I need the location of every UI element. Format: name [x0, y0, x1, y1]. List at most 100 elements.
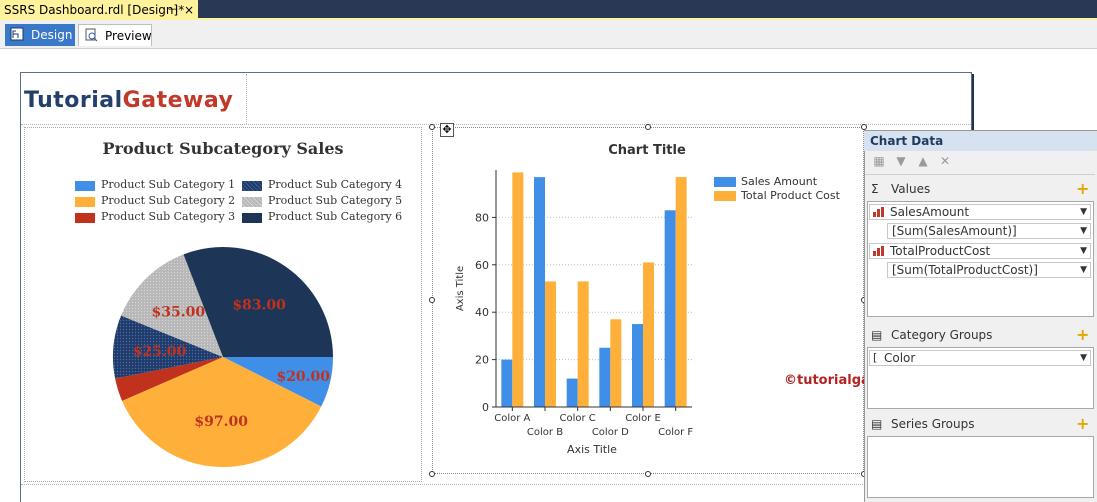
bar[interactable]	[512, 172, 524, 407]
tab-preview[interactable]: Preview	[78, 24, 152, 46]
legend-item: Product Sub Category 2	[101, 194, 236, 207]
y-tick-label: 20	[475, 354, 489, 367]
add-value-icon[interactable]: +	[1076, 179, 1089, 198]
legend-swatch	[75, 181, 95, 191]
y-axis-title: Axis Title	[455, 266, 466, 311]
x-axis-title: Axis Title	[567, 443, 617, 456]
value-field-totalproductcost[interactable]: TotalProductCost ▼	[869, 243, 1091, 259]
preview-icon	[85, 28, 98, 42]
panel-separator	[865, 174, 1095, 175]
legend-item: Sales Amount	[741, 175, 818, 188]
bar[interactable]	[675, 177, 687, 407]
bar[interactable]	[545, 281, 556, 407]
close-icon[interactable]: ×	[184, 0, 194, 20]
bar[interactable]	[577, 281, 589, 407]
bar[interactable]	[610, 319, 622, 407]
value-field-salesamount[interactable]: SalesAmount ▼	[869, 204, 1091, 220]
chevron-down-icon[interactable]: ▼	[1080, 224, 1087, 238]
value-expr-salesamount[interactable]: [Sum(SalesAmount)] ▼	[887, 223, 1091, 239]
resize-handle-w[interactable]	[429, 297, 435, 303]
bar[interactable]	[599, 347, 611, 407]
bar[interactable]	[566, 378, 578, 407]
legend-item: Product Sub Category 4	[268, 178, 403, 191]
grid-icon: ▤	[871, 328, 883, 342]
pie-data-label: $35.00	[152, 304, 206, 320]
y-tick-label: 0	[482, 401, 489, 414]
view-tabs: Design Preview	[0, 20, 1097, 49]
legend-swatch	[242, 197, 262, 207]
bar[interactable]	[501, 359, 513, 407]
value-expr-totalproductcost[interactable]: [Sum(TotalProductCost)] ▼	[887, 262, 1091, 278]
pie-data-label: $97.00	[194, 414, 248, 430]
x-tick-label: Color B	[527, 427, 563, 438]
report-footer-divider	[21, 484, 971, 485]
delete-icon[interactable]: ✕	[934, 154, 956, 168]
legend-swatch	[75, 197, 95, 207]
legend-item: Total Product Cost	[741, 189, 840, 202]
x-tick-label: Color F	[658, 427, 693, 438]
legend-item: Product Sub Category 1	[101, 178, 236, 191]
bar-chart-icon	[873, 246, 884, 256]
y-tick-label: 40	[475, 306, 489, 319]
tutorialgateway-logo: TutorialGateway	[24, 88, 234, 113]
bar-chart-icon	[873, 207, 884, 217]
document-tab-strip: SSRS Dashboard.rdl [Design]* ⊣ ×	[0, 0, 1097, 20]
sigma-icon: Σ	[871, 182, 879, 196]
x-tick-label: Color C	[560, 413, 596, 424]
chevron-down-icon[interactable]: ▼	[1080, 351, 1087, 365]
grid-icon: ▤	[871, 417, 883, 431]
legend-swatch	[714, 191, 736, 201]
chevron-down-icon[interactable]: ▼	[1080, 244, 1087, 258]
move-up-icon[interactable]: ▲	[912, 154, 934, 168]
bar-chart-title: Chart Title	[608, 143, 686, 158]
bar[interactable]	[534, 177, 545, 407]
series-groups-box	[867, 436, 1094, 498]
legend-swatch	[242, 213, 262, 223]
legend-swatch	[75, 213, 95, 223]
tab-design-label: Design	[31, 28, 73, 42]
document-tab[interactable]: SSRS Dashboard.rdl [Design]* ⊣ ×	[0, 0, 198, 20]
pin-icon[interactable]: ⊣	[168, 0, 178, 20]
header-separator	[246, 74, 247, 124]
tab-design[interactable]: Design	[5, 24, 75, 46]
resize-handle-n[interactable]	[645, 124, 651, 130]
resize-handle-s[interactable]	[645, 471, 651, 477]
move-down-icon[interactable]: ▼	[890, 154, 912, 168]
pie-data-label: 0	[154, 371, 162, 385]
legend-item: Product Sub Category 6	[268, 210, 403, 223]
chart-data-panel-title: Chart Data	[864, 131, 1097, 151]
y-tick-label: 60	[475, 259, 489, 272]
move-handle-icon[interactable]: ✥	[440, 123, 454, 137]
add-category-icon[interactable]: +	[1076, 325, 1089, 344]
bar[interactable]	[632, 324, 643, 407]
document-tab-title: SSRS Dashboard.rdl [Design]*	[4, 3, 185, 17]
resize-handle-nw[interactable]	[429, 124, 435, 130]
pie-chart-title: Product Subcategory Sales	[102, 139, 344, 158]
x-tick-label: Color A	[494, 413, 530, 424]
legend-swatch	[714, 177, 736, 187]
add-series-icon[interactable]: +	[1076, 414, 1089, 433]
chevron-down-icon[interactable]: ▼	[1080, 263, 1087, 277]
bar[interactable]	[643, 262, 654, 407]
pie-data-label: $83.00	[232, 297, 286, 313]
legend-item: Product Sub Category 5	[268, 194, 403, 207]
resize-handle-sw[interactable]	[429, 471, 435, 477]
tab-preview-label: Preview	[105, 29, 152, 43]
bar-chart[interactable]: 0 20 40 60 80 Color A Color B Color C Color D Col…	[440, 160, 710, 460]
chevron-down-icon[interactable]: ▼	[1080, 205, 1087, 219]
group-bracket-icon: [	[873, 351, 878, 364]
pie-data-label: $25.00	[133, 344, 187, 360]
legend-swatch	[242, 181, 262, 191]
design-icon	[10, 27, 24, 41]
category-field-color[interactable]: [ Color ▼	[869, 350, 1091, 366]
pie-data-label: $20.00	[276, 369, 330, 385]
legend-item: Product Sub Category 3	[101, 210, 236, 223]
properties-icon[interactable]: ▦	[868, 154, 890, 168]
y-tick-label: 80	[475, 211, 489, 224]
header-divider	[21, 124, 971, 125]
x-tick-label: Color E	[625, 413, 661, 424]
bar[interactable]	[664, 210, 676, 407]
x-tick-label: Color D	[592, 427, 629, 438]
chart-data-toolbar: ▦ ▼ ▲ ✕	[868, 154, 968, 170]
pie-chart[interactable]: $20.00 $97.00 0 $25.00 $35.00 $83.00	[110, 244, 336, 470]
